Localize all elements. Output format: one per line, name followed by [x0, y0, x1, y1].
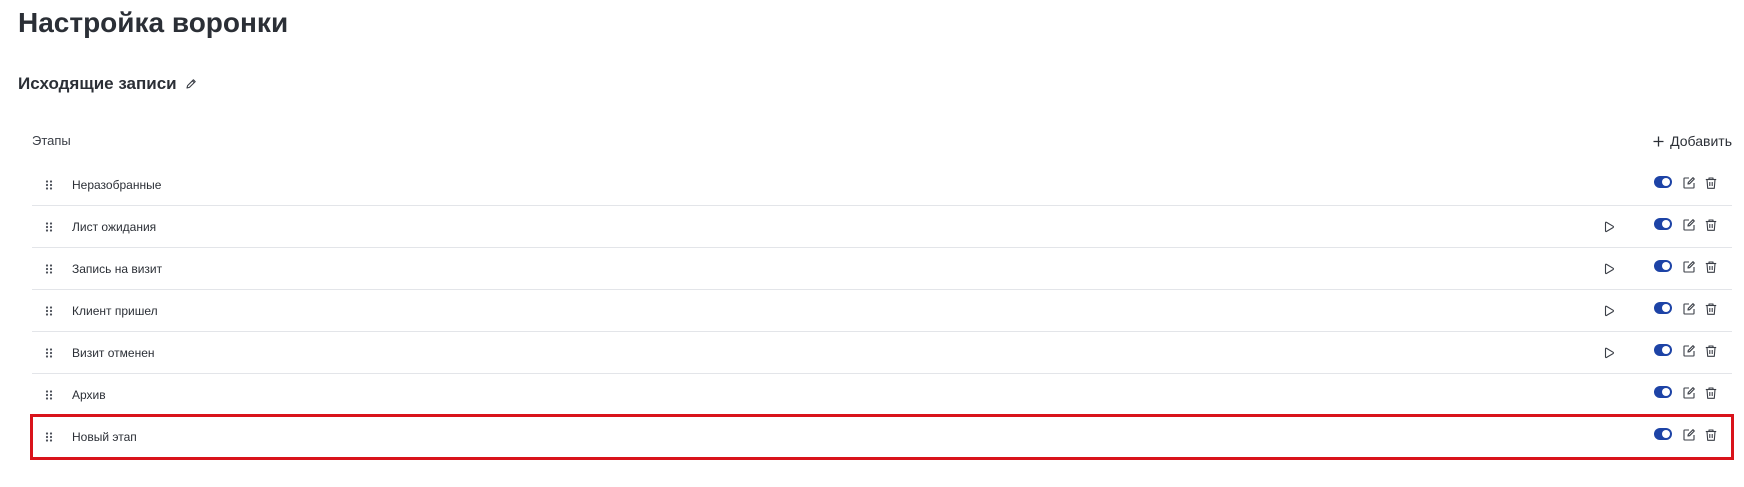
stage-name: Запись на визит [72, 262, 163, 276]
drag-handle-icon[interactable] [44, 221, 54, 233]
stage-toggle[interactable] [1654, 260, 1672, 272]
stage-toggle[interactable] [1654, 386, 1672, 398]
toggle-knob [1662, 220, 1670, 228]
trash-icon[interactable] [1704, 218, 1718, 232]
stage-row-1: Неразобранные [32, 164, 1732, 206]
add-stage-label: Добавить [1670, 133, 1732, 149]
stage-row-4: Клиент пришел [32, 290, 1732, 332]
stage-toggle[interactable] [1654, 176, 1672, 188]
stage-toggle[interactable] [1654, 218, 1672, 230]
trash-icon[interactable] [1704, 344, 1718, 358]
play-icon[interactable] [1602, 346, 1616, 360]
edit-icon[interactable] [1682, 218, 1696, 232]
toggle-knob [1662, 178, 1670, 186]
edit-icon[interactable] [1682, 428, 1696, 442]
stage-name: Лист ожидания [72, 220, 157, 234]
funnel-name: Исходящие записи [18, 74, 177, 93]
stage-toggle[interactable] [1654, 302, 1672, 314]
drag-handle-icon[interactable] [44, 347, 54, 359]
trash-icon[interactable] [1704, 176, 1718, 190]
drag-handle-icon[interactable] [44, 263, 54, 275]
stage-row-2: Лист ожидания [32, 206, 1732, 248]
drag-handle-icon[interactable] [44, 305, 54, 317]
trash-icon[interactable] [1704, 386, 1718, 400]
edit-icon[interactable] [1682, 386, 1696, 400]
stage-name: Архив [72, 388, 106, 402]
drag-handle-icon[interactable] [44, 389, 54, 401]
trash-icon[interactable] [1704, 260, 1718, 274]
stage-toggle[interactable] [1654, 428, 1672, 440]
toggle-knob [1662, 304, 1670, 312]
plus-icon [1653, 136, 1664, 146]
stage-row-6: Архив [32, 374, 1732, 416]
stages-label: Этапы [32, 133, 71, 148]
add-stage-button[interactable]: Добавить [1653, 131, 1732, 151]
play-icon[interactable] [1602, 304, 1616, 318]
trash-icon[interactable] [1704, 302, 1718, 316]
edit-icon[interactable] [1682, 344, 1696, 358]
toggle-knob [1662, 388, 1670, 396]
edit-icon[interactable] [1682, 302, 1696, 316]
play-icon[interactable] [1602, 220, 1616, 234]
trash-icon[interactable] [1704, 428, 1718, 442]
play-icon[interactable] [1602, 262, 1616, 276]
stage-name: Новый этап [72, 430, 137, 444]
stage-name: Клиент пришел [72, 304, 158, 318]
edit-icon[interactable] [1682, 176, 1696, 190]
stage-row-5: Визит отменен [32, 332, 1732, 374]
edit-icon[interactable] [1682, 260, 1696, 274]
stage-toggle[interactable] [1654, 344, 1672, 356]
stage-row-7: Новый этап [30, 414, 1734, 460]
drag-handle-icon[interactable] [44, 431, 54, 443]
stage-name: Визит отменен [72, 346, 155, 360]
page-title: Настройка воронки [18, 7, 289, 38]
drag-handle-icon[interactable] [44, 179, 54, 191]
funnel-name-row: Исходящие записи [18, 72, 198, 96]
stage-list: Неразобранные Лист ожидания Запись на ви… [30, 164, 1734, 460]
stage-row-3: Запись на визит [32, 248, 1732, 290]
stage-name: Неразобранные [72, 178, 162, 192]
toggle-knob [1662, 346, 1670, 354]
pencil-icon[interactable] [184, 77, 198, 91]
toggle-knob [1662, 262, 1670, 270]
toggle-knob [1662, 430, 1670, 438]
